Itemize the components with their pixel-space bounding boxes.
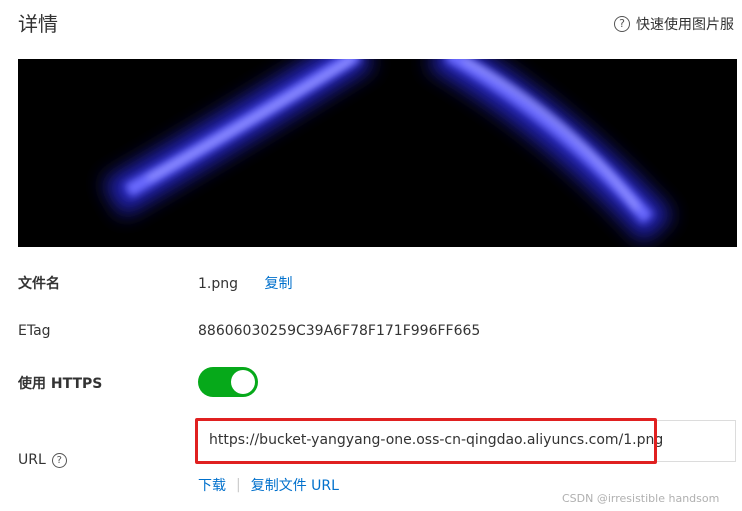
url-label: URL [18, 452, 46, 468]
url-highlight-box [195, 418, 657, 464]
toggle-knob [231, 370, 255, 394]
filename-label: 文件名 [18, 276, 60, 292]
action-separator: | [236, 477, 241, 493]
image-preview-graphic [18, 59, 737, 247]
url-label-group: URL ? [18, 452, 67, 468]
etag-value: 88606030259C39A6F78F171F996FF665 [198, 323, 481, 339]
watermark: CSDN @irresistible handsom [562, 492, 720, 505]
detail-panel: 详情 ? 快速使用图片服 文件名 1.png 复制 ETag 886060302… [0, 0, 742, 511]
etag-label: ETag [18, 323, 51, 339]
url-actions: 下载 | 复制文件 URL [198, 475, 339, 495]
quick-start-link[interactable]: ? 快速使用图片服 [614, 14, 734, 34]
copy-filename-link[interactable]: 复制 [264, 276, 292, 292]
image-preview [18, 59, 737, 247]
copy-url-link[interactable]: 复制文件 URL [251, 475, 339, 495]
filename-row: 1.png 复制 [198, 273, 292, 293]
filename-value: 1.png [198, 276, 239, 292]
https-toggle[interactable] [198, 367, 258, 397]
question-circle-icon[interactable]: ? [51, 452, 67, 468]
quick-start-label: 快速使用图片服 [636, 17, 734, 33]
download-link[interactable]: 下载 [198, 475, 226, 495]
question-circle-icon: ? [614, 16, 630, 32]
https-label: 使用 HTTPS [18, 376, 103, 392]
page-title: 详情 [18, 12, 58, 36]
